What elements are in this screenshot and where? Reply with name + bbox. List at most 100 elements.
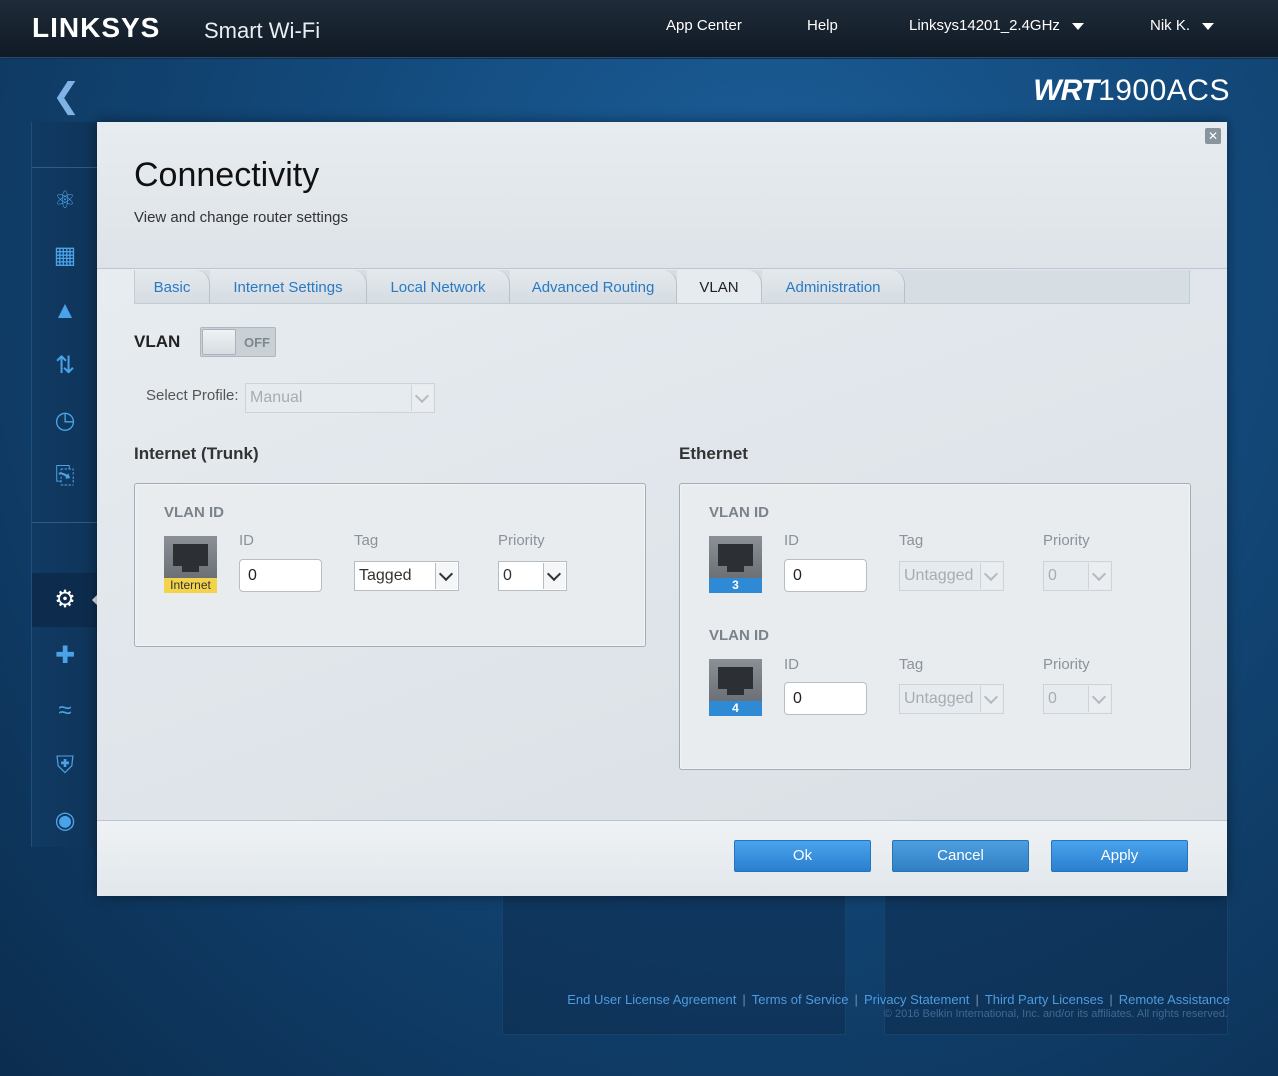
port-label: 4 <box>709 701 762 716</box>
tag-column-header: Tag <box>354 532 379 549</box>
ethernet-title: Ethernet <box>679 444 748 463</box>
id-column-header: ID <box>239 532 254 549</box>
tab-vlan[interactable]: VLAN <box>677 270 762 303</box>
tab-administration[interactable]: Administration <box>762 270 905 303</box>
priority-column-header: Priority <box>498 532 545 549</box>
background-card <box>502 895 846 1035</box>
id-column-header: ID <box>784 656 799 673</box>
sidebar-divider <box>32 167 99 168</box>
chevron-down-icon <box>435 563 457 589</box>
network-selector[interactable]: Linksys14201_2.4GHz <box>909 17 1084 34</box>
sidebar: ⚛ ▦ ▲ ⇅ ◷ ⎘ ⚙ ✚ ≈ ⛨ ◉ <box>31 122 99 847</box>
internet-port-icon: Internet <box>164 536 217 593</box>
chevron-down-icon <box>980 563 1002 589</box>
internet-vlan-id-input[interactable]: 0 <box>239 559 322 592</box>
sidebar-item-connectivity[interactable]: ⚙ <box>32 573 99 627</box>
footer-link-third-party[interactable]: Third Party Licenses <box>985 992 1104 1007</box>
tag-value: Untagged <box>904 690 974 707</box>
top-bar: LINKSYS Smart Wi-Fi App Center Help Link… <box>0 0 1278 58</box>
toggle-knob <box>202 329 236 355</box>
internet-trunk-panel: VLAN ID ID Tag Priority Internet 0 Tagge… <box>134 483 646 647</box>
help-link[interactable]: Help <box>807 17 838 34</box>
vlan-toggle[interactable]: OFF <box>200 327 276 357</box>
connectivity-gear-icon: ⚙ <box>54 586 76 613</box>
vlan-id-heading: VLAN ID <box>709 627 769 644</box>
sidebar-divider <box>32 522 99 523</box>
app-center-link[interactable]: App Center <box>666 17 742 34</box>
tag-column-header: Tag <box>899 656 924 673</box>
footer-link-privacy[interactable]: Privacy Statement <box>864 992 970 1007</box>
priority-column-header: Priority <box>1043 656 1090 673</box>
tab-internet-settings[interactable]: Internet Settings <box>210 270 367 303</box>
profile-value: Manual <box>250 389 303 406</box>
model-prefix: WRT <box>1033 74 1099 107</box>
priority-column-header: Priority <box>1043 532 1090 549</box>
close-icon[interactable]: ✕ <box>1205 128 1221 144</box>
network-map-icon[interactable]: ⚛ <box>50 186 80 216</box>
priority-value: 0 <box>1048 690 1057 707</box>
tab-advanced-routing[interactable]: Advanced Routing <box>510 270 677 303</box>
troubleshooting-icon[interactable]: ✚ <box>50 641 80 671</box>
ethernet-port-3-icon: 3 <box>709 536 762 593</box>
support-icon[interactable]: ◉ <box>50 806 80 836</box>
profile-select[interactable]: Manual <box>245 383 435 413</box>
device-list-icon[interactable]: ▦ <box>50 241 80 271</box>
copyright: © 2016 Belkin International, Inc. and/or… <box>883 1008 1228 1020</box>
footer-link-eula[interactable]: End User License Agreement <box>567 992 736 1007</box>
port3-priority-select[interactable]: 0 <box>1043 561 1112 591</box>
tab-bar: Basic Internet Settings Local Network Ad… <box>134 270 1190 304</box>
brand-logo: LINKSYS <box>32 12 161 43</box>
port4-tag-select[interactable]: Untagged <box>899 684 1004 714</box>
usb-storage-icon[interactable]: ⎘ <box>50 461 80 491</box>
modal-footer: Ok Cancel Apply <box>97 820 1227 896</box>
internet-priority-select[interactable]: 0 <box>498 561 567 591</box>
security-icon[interactable]: ⛨ <box>50 751 80 781</box>
modal-header: ✕ Connectivity View and change router se… <box>97 122 1227 269</box>
model-number: 1900ACS <box>1098 74 1230 107</box>
internet-tag-select[interactable]: Tagged <box>354 561 459 591</box>
modal-title: Connectivity <box>134 156 320 194</box>
priority-value: 0 <box>503 567 512 584</box>
tab-local-network[interactable]: Local Network <box>367 270 510 303</box>
port4-vlan-id-input[interactable]: 0 <box>784 682 867 715</box>
ethernet-jack-icon <box>718 667 753 695</box>
clock-icon[interactable]: ◷ <box>50 406 80 436</box>
footer-link-remote-assistance[interactable]: Remote Assistance <box>1119 992 1230 1007</box>
ethernet-jack-icon <box>173 544 208 572</box>
connectivity-modal: ✕ Connectivity View and change router se… <box>97 122 1227 896</box>
ethernet-panel: VLAN ID ID Tag Priority 3 0 Untagged 0 V… <box>679 483 1191 770</box>
footer-link-terms[interactable]: Terms of Service <box>752 992 849 1007</box>
footer-links: End User License Agreement | Terms of Serv… <box>567 992 1230 1007</box>
user-menu[interactable]: Nik K. <box>1150 17 1215 34</box>
cancel-button[interactable]: Cancel <box>892 840 1029 872</box>
ethernet-jack-icon <box>718 544 753 572</box>
vlan-label: VLAN <box>134 332 181 351</box>
network-name: Linksys14201_2.4GHz <box>909 17 1060 34</box>
vlan-id-heading: VLAN ID <box>164 504 224 521</box>
brand-subtitle: Smart Wi-Fi <box>204 18 321 43</box>
apply-button[interactable]: Apply <box>1051 840 1188 872</box>
priority-value: 0 <box>1048 567 1057 584</box>
chevron-down-icon <box>1088 686 1110 712</box>
select-profile-label: Select Profile: <box>146 387 239 404</box>
speed-test-icon[interactable]: ⇅ <box>50 351 80 381</box>
chevron-down-icon <box>543 563 565 589</box>
port3-vlan-id-input[interactable]: 0 <box>784 559 867 592</box>
port4-priority-select[interactable]: 0 <box>1043 684 1112 714</box>
back-arrow-icon[interactable]: ❮ <box>52 76 81 116</box>
chevron-down-icon <box>1071 22 1084 30</box>
tag-value: Tagged <box>359 567 412 584</box>
toggle-state: OFF <box>244 335 270 350</box>
port-label: Internet <box>164 578 217 593</box>
ethernet-port-4-icon: 4 <box>709 659 762 716</box>
wireless-icon[interactable]: ≈ <box>50 696 80 726</box>
chevron-down-icon <box>411 385 433 411</box>
chevron-down-icon <box>980 686 1002 712</box>
tab-basic[interactable]: Basic <box>135 270 210 303</box>
tag-value: Untagged <box>904 567 974 584</box>
modal-subtitle: View and change router settings <box>134 209 349 226</box>
ok-button[interactable]: Ok <box>734 840 871 872</box>
alert-icon[interactable]: ▲ <box>50 296 80 326</box>
chevron-down-icon <box>1088 563 1110 589</box>
port3-tag-select[interactable]: Untagged <box>899 561 1004 591</box>
